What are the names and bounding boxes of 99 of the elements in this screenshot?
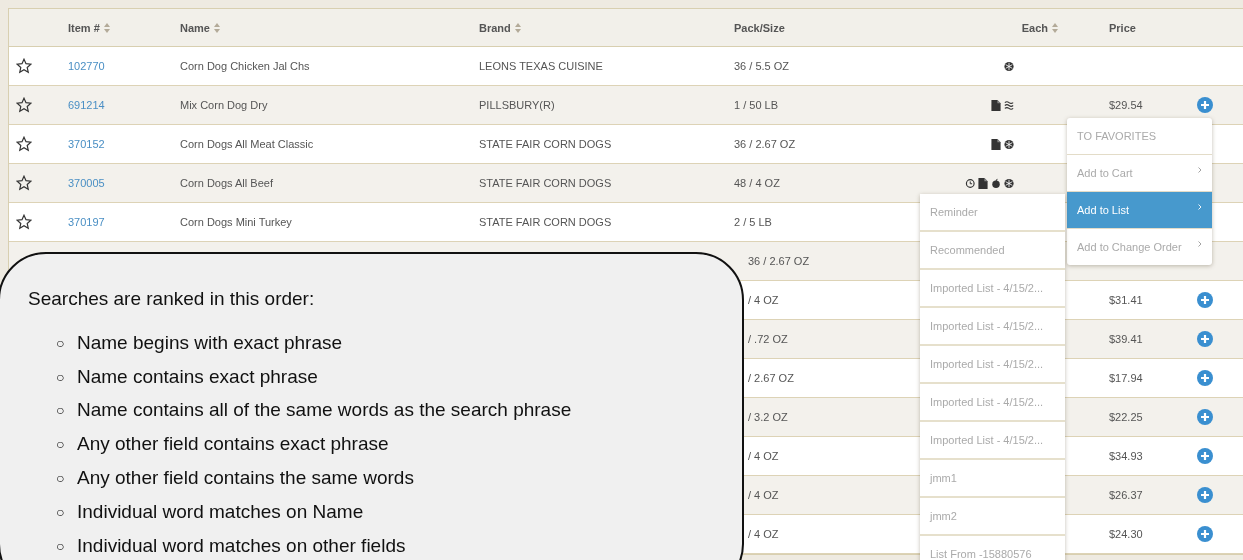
price: $29.54 bbox=[1109, 99, 1143, 111]
chevron-icon bbox=[1198, 204, 1202, 210]
item-number-link[interactable]: 370197 bbox=[68, 216, 105, 228]
column-header[interactable]: Pack/Size bbox=[734, 21, 785, 34]
add-icon[interactable] bbox=[1197, 409, 1213, 425]
menu-item[interactable]: Recommended bbox=[920, 232, 1065, 270]
pack-size: / 4 OZ bbox=[748, 489, 779, 501]
star-icon[interactable] bbox=[16, 214, 32, 230]
star-icon[interactable] bbox=[16, 58, 32, 74]
pack-size: / 4 OZ bbox=[748, 528, 779, 540]
document-icon bbox=[991, 99, 1001, 111]
menu-item[interactable]: Imported List - 4/15/2... bbox=[920, 384, 1065, 422]
bullet: ○ bbox=[56, 334, 66, 351]
menu-item[interactable]: Add to Change Order bbox=[1067, 229, 1212, 265]
price: $17.94 bbox=[1109, 372, 1143, 384]
bullet: ○ bbox=[56, 470, 66, 487]
callout-text: Name begins with exact phrase bbox=[77, 331, 343, 354]
price: $24.30 bbox=[1109, 528, 1143, 540]
item-number-link[interactable]: 691214 bbox=[68, 99, 105, 111]
pack-size: 36 / 2.67 OZ bbox=[734, 138, 796, 150]
snowflake-icon bbox=[1004, 177, 1014, 189]
pack-size: 48 / 4 OZ bbox=[734, 177, 780, 189]
pack-size: / .72 OZ bbox=[748, 333, 788, 345]
callout-text: Any other field contains the same words bbox=[77, 467, 414, 490]
brand-name: STATE FAIR CORN DOGS bbox=[479, 138, 612, 150]
menu-item[interactable]: Imported List - 4/15/2... bbox=[920, 346, 1065, 384]
price: $22.25 bbox=[1109, 411, 1143, 423]
menu-item[interactable]: jmm2 bbox=[920, 498, 1065, 536]
chevron-icon bbox=[1198, 167, 1202, 173]
product-name: Corn Dog Chicken Jal Chs bbox=[180, 60, 310, 72]
brand-name: STATE FAIR CORN DOGS bbox=[479, 177, 612, 189]
column-header[interactable]: Brand bbox=[479, 21, 521, 34]
price: $39.41 bbox=[1109, 333, 1143, 345]
brand-name: LEONS TEXAS CUISINE bbox=[479, 60, 603, 72]
menu-item[interactable]: Add to List bbox=[1067, 192, 1212, 229]
chevron-icon bbox=[1198, 241, 1202, 247]
add-icon[interactable] bbox=[1197, 292, 1213, 308]
brand-name: STATE FAIR CORN DOGS bbox=[479, 216, 612, 228]
price: $34.93 bbox=[1109, 450, 1143, 462]
pack-size: / 2.67 OZ bbox=[748, 372, 794, 384]
sort-icon[interactable] bbox=[1052, 22, 1058, 33]
bullet: ○ bbox=[56, 503, 66, 520]
clock-icon bbox=[965, 177, 975, 189]
add-icon[interactable] bbox=[1197, 526, 1213, 542]
add-icon[interactable] bbox=[1197, 331, 1213, 347]
column-header[interactable]: Price bbox=[1109, 21, 1136, 34]
waves-icon bbox=[1004, 99, 1014, 111]
add-icon[interactable] bbox=[1197, 487, 1213, 503]
pack-size: / 4 OZ bbox=[748, 294, 779, 306]
apple-icon bbox=[991, 177, 1001, 189]
callout-text: Name contains all of the same words as the search phrase bbox=[77, 399, 572, 422]
bullet: ○ bbox=[56, 436, 66, 453]
product-name: Mix Corn Dog Dry bbox=[180, 99, 268, 111]
star-icon[interactable] bbox=[16, 175, 32, 191]
pack-size: 2 / 5 LB bbox=[734, 216, 772, 228]
product-name: Corn Dogs All Meat Classic bbox=[180, 138, 314, 150]
bullet: ○ bbox=[56, 402, 66, 419]
menu-item[interactable]: jmm1 bbox=[920, 460, 1065, 498]
price: $26.37 bbox=[1109, 489, 1143, 501]
bullet: ○ bbox=[56, 537, 66, 554]
pack-size: 36 / 2.67 OZ bbox=[748, 255, 810, 267]
add-icon[interactable] bbox=[1197, 370, 1213, 386]
menu-item[interactable]: List From -15880576 bbox=[920, 536, 1065, 560]
pack-size: / 4 OZ bbox=[748, 450, 779, 462]
item-number-link[interactable]: 102770 bbox=[68, 60, 105, 72]
pack-size: 1 / 50 LB bbox=[734, 99, 779, 111]
price: $31.41 bbox=[1109, 294, 1143, 306]
sort-icon[interactable] bbox=[213, 22, 220, 33]
pack-size: 36 / 5.5 OZ bbox=[734, 60, 790, 72]
item-number-link[interactable]: 370005 bbox=[68, 177, 105, 189]
brand-name: PILLSBURY(R) bbox=[479, 99, 555, 111]
menu-item[interactable]: Imported List - 4/15/2... bbox=[920, 422, 1065, 460]
star-icon[interactable] bbox=[16, 136, 32, 152]
menu-header: TO FAVORITES bbox=[1067, 118, 1212, 155]
pack-size: / 3.2 OZ bbox=[748, 411, 788, 423]
callout-text: Name contains exact phrase bbox=[77, 365, 318, 388]
callout-text: Individual word matches on Name bbox=[77, 500, 364, 523]
bullet: ○ bbox=[56, 368, 66, 385]
menu-item[interactable]: Imported List - 4/15/2... bbox=[920, 270, 1065, 308]
star-icon[interactable] bbox=[16, 97, 32, 113]
sort-icon[interactable] bbox=[103, 22, 110, 33]
callout-text: Individual word matches on other fields bbox=[77, 534, 406, 557]
column-header[interactable]: Item # bbox=[68, 21, 110, 34]
product-name: Corn Dogs All Beef bbox=[180, 177, 273, 189]
column-header[interactable]: Name bbox=[180, 21, 220, 34]
column-header[interactable]: Each bbox=[1021, 21, 1058, 34]
product-name: Corn Dogs Mini Turkey bbox=[180, 216, 292, 228]
item-number-link[interactable]: 370152 bbox=[68, 138, 105, 150]
sort-icon[interactable] bbox=[514, 22, 521, 33]
snowflake-icon bbox=[1004, 138, 1014, 150]
menu-item[interactable]: Imported List - 4/15/2... bbox=[920, 308, 1065, 346]
menu-item[interactable]: Reminder bbox=[920, 194, 1065, 232]
callout-text: Any other field contains exact phrase bbox=[77, 433, 389, 456]
add-icon[interactable] bbox=[1197, 448, 1213, 464]
callout-title: Searches are ranked in this order: bbox=[28, 288, 316, 310]
snowflake-icon bbox=[1004, 60, 1014, 72]
document-icon bbox=[991, 138, 1001, 150]
add-icon[interactable] bbox=[1197, 97, 1213, 113]
document-icon bbox=[978, 177, 988, 189]
